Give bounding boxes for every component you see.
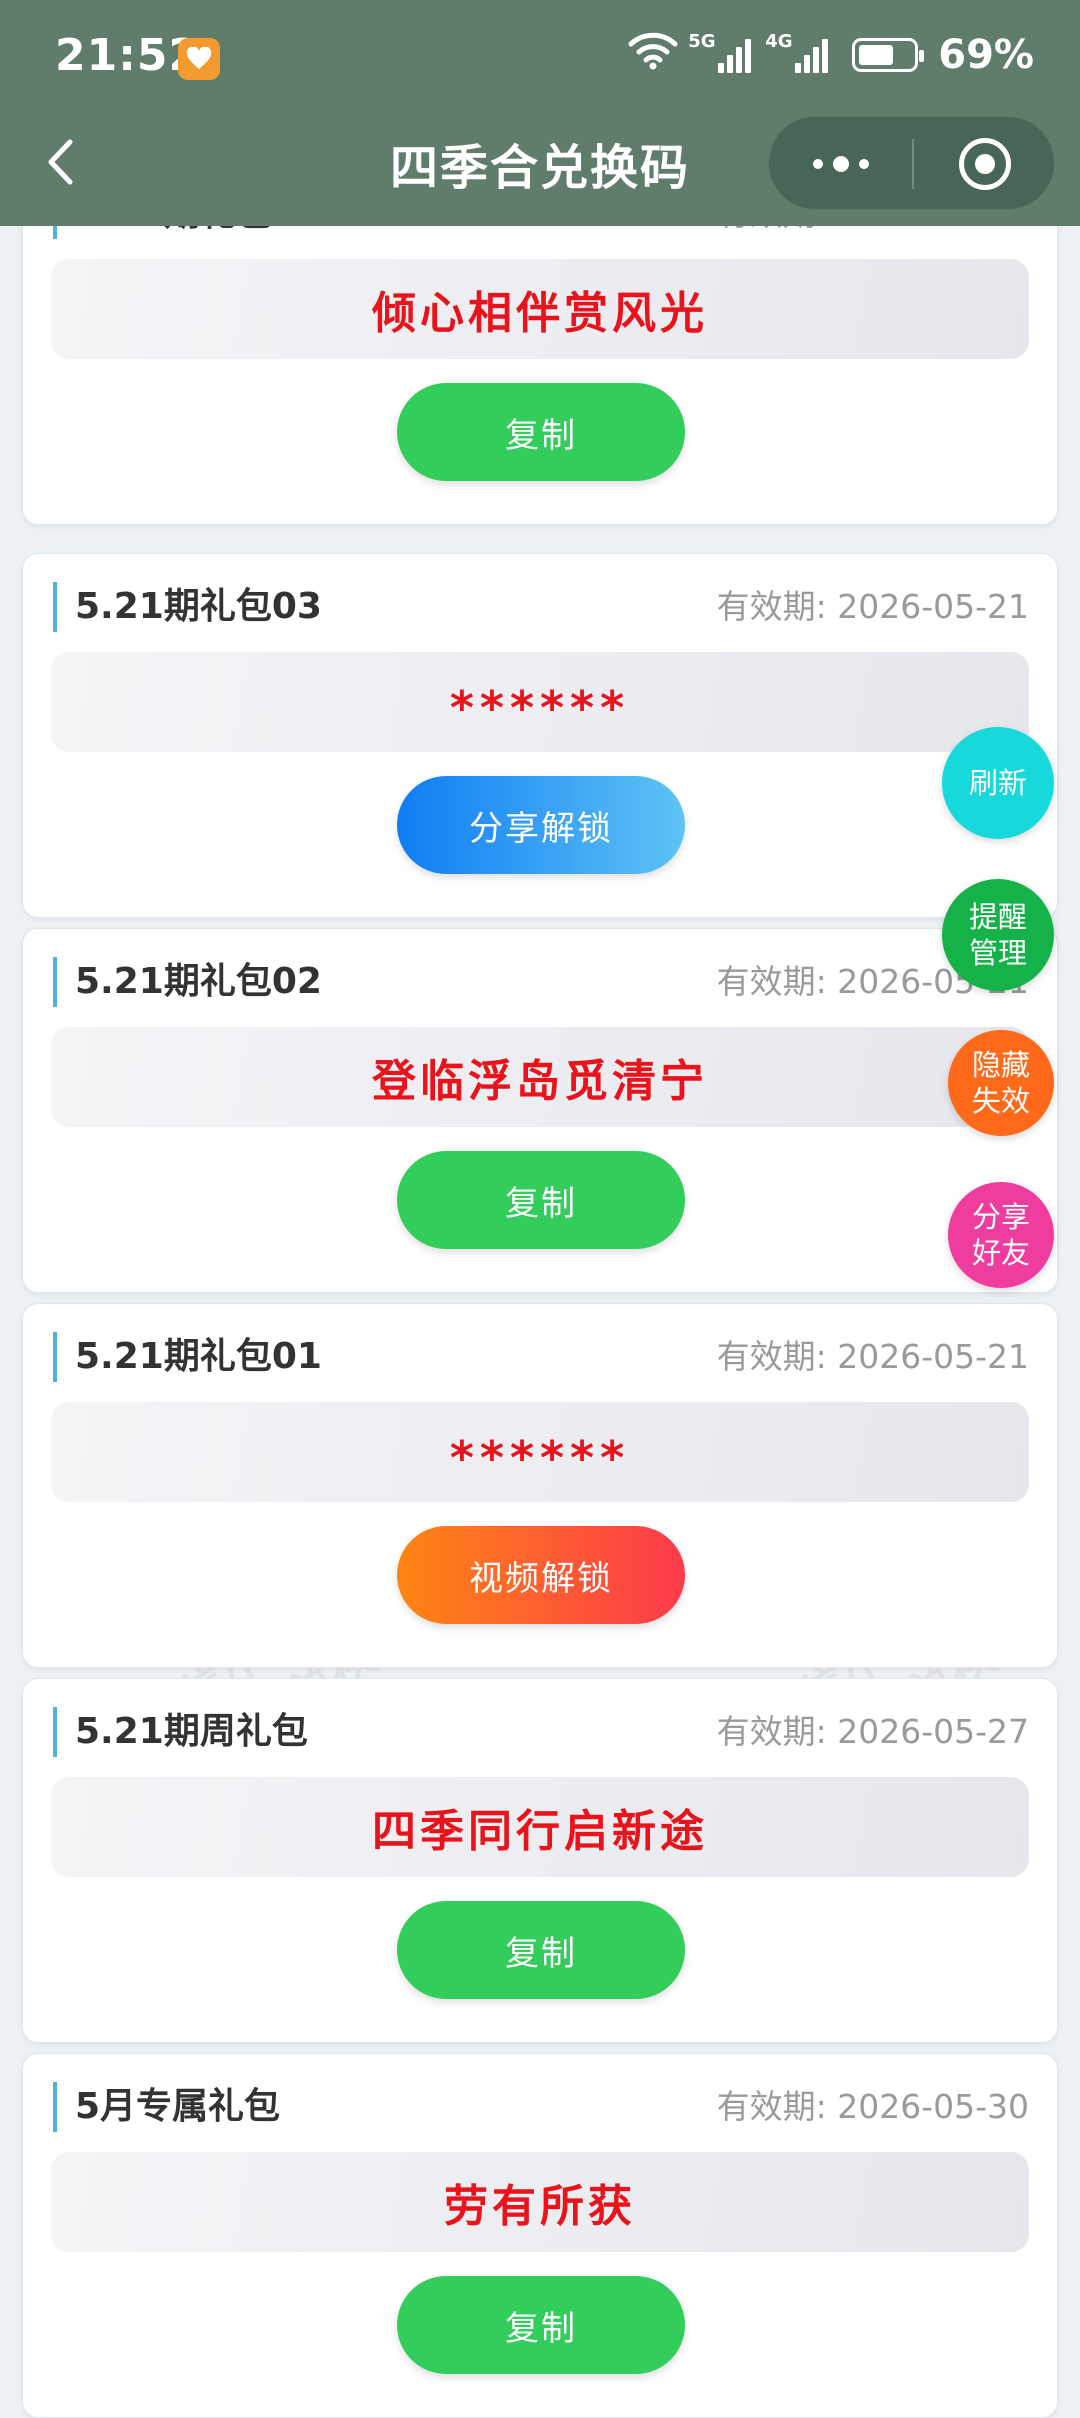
card-title: 5月专属礼包	[53, 2082, 280, 2132]
reminder-manage-fab[interactable]: 提醒管理	[942, 879, 1054, 991]
copy-button[interactable]: 复制	[397, 2276, 685, 2374]
share-friends-fab[interactable]: 分享好友	[948, 1182, 1054, 1288]
scroll-content: 微信小程序四季合兑换码 微信小程序四季合兑换码 微信小程序四季合兑换码 微信小程…	[0, 0, 1080, 2418]
code-box: ******	[51, 1402, 1029, 1502]
code-box: ******	[51, 652, 1029, 752]
hide-expired-fab[interactable]: 隐藏失效	[948, 1030, 1054, 1136]
heart-app-icon	[178, 38, 220, 80]
gift-card: 5.21期礼包02 有效期: 2026-05-21 登临浮岛觅清宁 复制	[22, 928, 1058, 1293]
more-dots-icon[interactable]	[769, 117, 912, 211]
card-title: 5.21期礼包02	[53, 957, 322, 1007]
gift-card: 5.21期礼包03 有效期: 2026-05-21 ****** 分享解锁	[22, 553, 1058, 918]
card-expiry: 有效期: 2026-05-27	[716, 1712, 1029, 1751]
code-box: 倾心相伴赏风光	[51, 259, 1029, 359]
redeem-code: 劳有所获	[444, 2181, 636, 2232]
refresh-fab[interactable]: 刷新	[942, 727, 1054, 839]
copy-button[interactable]: 复制	[397, 383, 685, 481]
redeem-code: 四季同行启新途	[372, 1806, 708, 1857]
gift-card: 5.21期周礼包 有效期: 2026-05-27 四季同行启新途 复制	[22, 1678, 1058, 2043]
masked-code: ******	[449, 1431, 631, 1485]
signal-4g-icon: 4G	[765, 31, 829, 73]
share-unlock-button[interactable]: 分享解锁	[397, 776, 685, 874]
signal-5g-icon: 5G	[688, 31, 752, 73]
code-box: 四季同行启新途	[51, 1777, 1029, 1877]
card-title: 5.21期周礼包	[53, 1707, 308, 1757]
card-expiry: 有效期: 2026-05-30	[716, 2087, 1029, 2126]
wifi-icon	[628, 30, 678, 80]
miniprogram-capsule	[768, 116, 1055, 210]
redeem-code: 登临浮岛觅清宁	[372, 1056, 708, 1107]
card-title: 5.21期礼包01	[53, 1332, 322, 1382]
copy-button[interactable]: 复制	[397, 1901, 685, 1999]
code-box: 劳有所获	[51, 2152, 1029, 2252]
battery-percent: 69%	[938, 32, 1034, 78]
card-expiry: 有效期: 2026-05-21	[716, 587, 1029, 626]
masked-code: ******	[449, 681, 631, 735]
top-bar: 21:52 5G 4G 69% 四季合兑换码	[0, 0, 1080, 226]
redeem-code: 倾心相伴赏风光	[372, 288, 708, 339]
gift-card: 5月专属礼包 有效期: 2026-05-30 劳有所获 复制	[22, 2053, 1058, 2418]
status-indicators: 5G 4G 69%	[628, 30, 1034, 80]
card-expiry: 有效期: 2026-05-21	[716, 1337, 1029, 1376]
battery-icon	[852, 38, 925, 72]
card-title: 5.21期礼包03	[53, 582, 322, 632]
video-unlock-button[interactable]: 视频解锁	[397, 1526, 685, 1624]
gift-card: 5.21期礼包01 有效期: 2026-05-21 ****** 视频解锁	[22, 1303, 1058, 1668]
target-circle-icon[interactable]	[914, 117, 1056, 211]
copy-button[interactable]: 复制	[397, 1151, 685, 1249]
code-box: 登临浮岛觅清宁	[51, 1027, 1029, 1127]
